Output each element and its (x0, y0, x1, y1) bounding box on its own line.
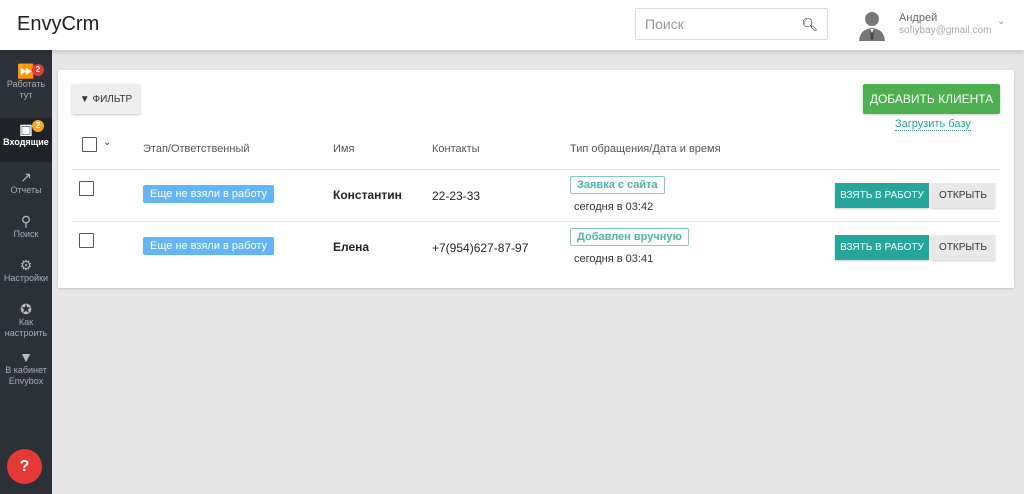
row-checkbox[interactable] (79, 181, 94, 196)
app-logo[interactable]: EnvyCrm (17, 13, 99, 36)
avatar[interactable] (856, 9, 888, 41)
client-contact: 22-23-33 (432, 189, 481, 203)
sidebar-item-label: В кабинет Envybox (5, 365, 47, 386)
search-icon: ⚲ (20, 213, 32, 229)
column-header-type-date: Тип обращения/Дата и время (570, 143, 721, 155)
user-email: sofiybay@gmail.com (899, 25, 992, 36)
chevron-down-icon[interactable]: ⌄ (997, 16, 1005, 27)
notification-badge: 2 (32, 120, 44, 132)
sidebar-item-work-here[interactable]: ⏩ 2 Работать тут (0, 63, 52, 101)
compass-icon: ✪ (20, 301, 32, 317)
client-name: Елена (333, 240, 370, 254)
stage-badge: Еще не взяли в работу (143, 237, 274, 255)
open-button[interactable]: ОТКРЫТЬ (931, 183, 995, 208)
sidebar-item-label: Поиск (13, 229, 39, 239)
request-time: сегодня в 03:42 (574, 201, 654, 213)
row-checkbox[interactable] (79, 233, 94, 248)
column-header-stage: Этап/Ответственный (143, 143, 250, 155)
sidebar-item-label: Работать тут (6, 79, 46, 100)
sidebar: ⏩ 2 Работать тут ▣ 2 Входящие ↗ Отчеты ⚲… (0, 50, 52, 494)
sidebar-item-envybox[interactable]: ▼ В кабинет Envybox (0, 349, 52, 387)
open-button[interactable]: ОТКРЫТЬ (931, 235, 995, 260)
chevron-down-icon[interactable]: ⌄ (103, 137, 111, 148)
sidebar-item-label: Настройки (3, 273, 49, 283)
top-header: EnvyCrm 🔍︎ Андрей sofiybay@gmail.com ⌄ (0, 0, 1024, 50)
sidebar-item-label: Входящие (3, 137, 49, 147)
column-header-name: Имя (333, 143, 355, 155)
search-box: 🔍︎ (635, 8, 828, 40)
column-header-contacts: Контакты (432, 143, 480, 155)
add-client-button[interactable]: ДОБАВИТЬ КЛИЕНТА (863, 84, 1000, 114)
sidebar-item-search[interactable]: ⚲ Поиск (0, 213, 52, 240)
source-badge: Заявка с сайта (570, 176, 665, 194)
sidebar-item-label: Как настроить (4, 317, 48, 338)
clients-card: ▼ ФИЛЬТР ДОБАВИТЬ КЛИЕНТА Загрузить базу… (58, 70, 1014, 288)
take-to-work-button[interactable]: ВЗЯТЬ В РАБОТУ (835, 183, 929, 208)
filter-button[interactable]: ▼ ФИЛЬТР (72, 84, 140, 114)
filter-label: ФИЛЬТР (92, 93, 133, 105)
select-all-checkbox[interactable] (82, 137, 97, 152)
client-contact: +7(954)627-87-97 (432, 241, 529, 255)
envybox-icon: ▼ (19, 349, 33, 365)
source-badge: Добавлен вручную (570, 228, 689, 246)
stage-badge: Еще не взяли в работу (143, 185, 274, 203)
inbox-user-icon: ▣ (19, 121, 33, 137)
user-name: Андрей (899, 12, 938, 24)
take-to-work-button[interactable]: ВЗЯТЬ В РАБОТУ (835, 235, 929, 260)
sidebar-item-settings[interactable]: ⚙ Настройки (0, 257, 52, 284)
request-time: сегодня в 03:41 (574, 253, 654, 265)
sidebar-item-how-to[interactable]: ✪ Как настроить (0, 301, 52, 339)
table-row: Еще не взяли в работу Елена +7(954)627-8… (72, 221, 1000, 273)
search-input[interactable] (636, 9, 796, 39)
table-row: Еще не взяли в работу Константин 22-23-3… (72, 169, 1000, 221)
search-icon[interactable]: 🔍︎ (801, 17, 818, 33)
client-name: Константин (333, 188, 402, 202)
help-button[interactable]: ? (7, 449, 42, 484)
sidebar-item-incoming[interactable]: ▣ 2 Входящие (0, 118, 52, 162)
filter-icon: ▼ (79, 93, 90, 105)
notification-badge: 2 (32, 64, 44, 76)
sidebar-item-reports[interactable]: ↗ Отчеты (0, 169, 52, 196)
trending-up-icon: ↗ (20, 169, 32, 185)
upload-base-link[interactable]: Загрузить базу (895, 118, 971, 131)
fast-forward-icon: ⏩ (17, 63, 35, 79)
sidebar-item-label: Отчеты (10, 185, 42, 195)
gear-icon: ⚙ (19, 257, 33, 273)
